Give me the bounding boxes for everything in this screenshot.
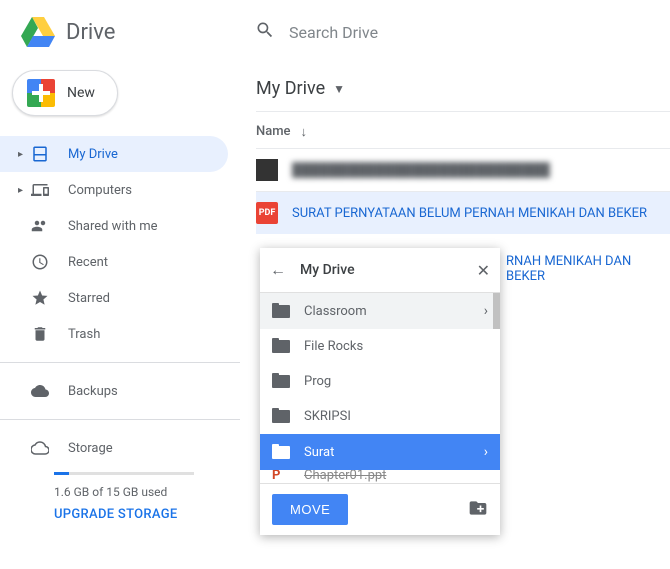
sidebar-item-recent[interactable]: Recent	[0, 244, 228, 280]
sidebar-item-computers[interactable]: ▸ Computers	[0, 172, 228, 208]
ppt-icon: P	[272, 470, 290, 483]
sidebar-item-starred[interactable]: Starred	[0, 280, 228, 316]
folder-row-surat[interactable]: Surat ›	[260, 434, 500, 470]
search-input[interactable]: Search Drive	[255, 20, 670, 44]
storage-bar	[54, 472, 194, 475]
cloud-icon	[30, 438, 50, 458]
search-placeholder: Search Drive	[289, 23, 378, 42]
folder-icon	[272, 375, 290, 389]
new-folder-button[interactable]	[468, 498, 488, 522]
move-dialog: ← My Drive ✕ Classroom › File Rocks Prog…	[260, 248, 500, 535]
sidebar-item-storage[interactable]: Storage	[0, 430, 228, 466]
folder-row-classroom[interactable]: Classroom ›	[260, 293, 500, 329]
file-row-partial[interactable]: P Chapter01.ppt	[260, 470, 500, 483]
plus-icon	[27, 79, 55, 107]
trash-icon	[30, 324, 50, 344]
expand-icon[interactable]: ▸	[18, 149, 30, 160]
folder-row-prog[interactable]: Prog	[260, 364, 500, 399]
file-icon	[256, 159, 278, 181]
folder-row-skripsi[interactable]: SKRIPSI	[260, 399, 500, 434]
back-button[interactable]: ←	[270, 260, 286, 280]
folder-icon	[272, 340, 290, 354]
scrollbar[interactable]	[493, 293, 500, 329]
chevron-down-icon: ▼	[333, 82, 345, 96]
chevron-right-icon[interactable]: ›	[484, 444, 488, 460]
computers-icon	[30, 180, 50, 200]
new-button-label: New	[67, 85, 95, 101]
logo-area[interactable]: Drive	[0, 12, 255, 52]
sidebar-item-shared[interactable]: Shared with me	[0, 208, 228, 244]
recent-icon	[30, 252, 50, 272]
file-row[interactable]: ████████████████████████████	[256, 148, 670, 191]
upgrade-storage-link[interactable]: UPGRADE STORAGE	[54, 507, 240, 522]
search-icon	[255, 20, 275, 44]
sidebar-item-backups[interactable]: Backups	[0, 373, 228, 409]
folder-icon	[272, 445, 290, 459]
new-button[interactable]: New	[12, 70, 118, 116]
chevron-right-icon[interactable]: ›	[484, 303, 488, 319]
dialog-title: My Drive	[300, 262, 477, 278]
sort-arrow-icon: ↓	[301, 124, 308, 140]
folder-row-file-rocks[interactable]: File Rocks	[260, 329, 500, 364]
expand-icon[interactable]: ▸	[18, 185, 30, 196]
move-button[interactable]: MOVE	[272, 494, 348, 525]
column-header-name[interactable]: Name ↓	[256, 112, 670, 148]
storage-used-text: 1.6 GB of 15 GB used	[54, 485, 240, 499]
shared-icon	[30, 216, 50, 236]
drive-logo-icon	[18, 12, 58, 52]
folder-icon	[272, 410, 290, 424]
starred-icon	[30, 288, 50, 308]
breadcrumb[interactable]: My Drive ▼	[256, 64, 670, 111]
drive-icon	[30, 144, 50, 164]
sidebar-item-trash[interactable]: Trash	[0, 316, 228, 352]
file-row[interactable]: PDF SURAT PERNYATAAN BELUM PERNAH MENIKA…	[256, 191, 670, 234]
backups-icon	[30, 381, 50, 401]
close-button[interactable]: ✕	[477, 261, 490, 280]
pdf-icon: PDF	[256, 202, 278, 224]
folder-icon	[272, 304, 290, 318]
sidebar-item-my-drive[interactable]: ▸ My Drive	[0, 136, 228, 172]
app-name: Drive	[66, 20, 115, 45]
